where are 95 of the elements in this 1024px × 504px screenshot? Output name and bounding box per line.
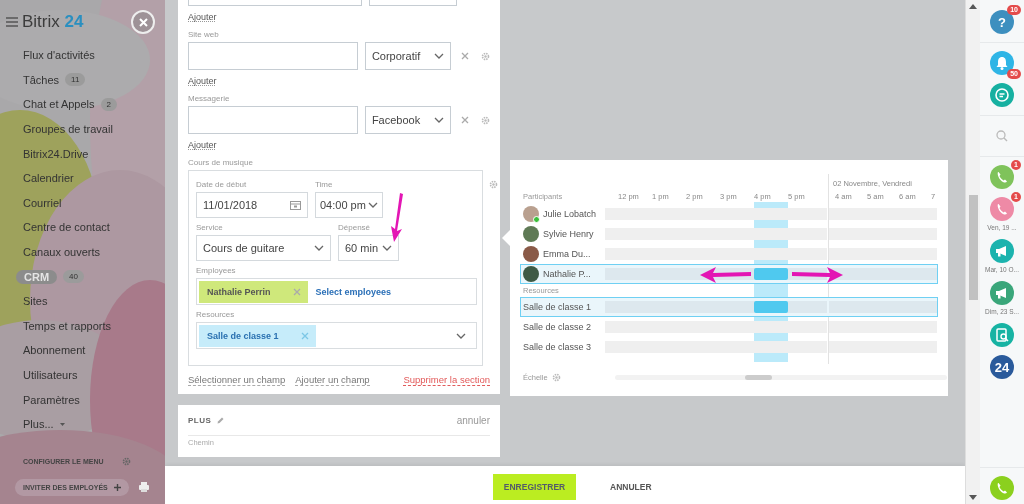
phone-button[interactable] [990,476,1014,500]
phone-button[interactable] [990,165,1014,189]
save-button[interactable]: ENREGISTRER [493,474,576,500]
document-search-button[interactable] [990,323,1014,347]
megaphone-button[interactable] [990,239,1014,263]
remove-icon[interactable] [461,52,469,60]
scrollbar[interactable] [965,0,980,504]
field-label: Resources [196,310,236,319]
close-button[interactable] [131,10,155,34]
field-link[interactable]: Ajouter un champ [295,374,370,386]
pencil-icon[interactable] [217,416,225,424]
field-link[interactable]: Sélectionner un champ [188,374,286,386]
menu-item[interactable]: Flux d'activités [23,49,95,62]
menu-item[interactable]: Tâches [23,73,60,86]
menu-item[interactable]: Canaux ouverts [23,246,101,259]
type-dropdown[interactable]: Corporatif [364,42,451,70]
avatar [523,246,539,262]
select-employees-link[interactable]: Select employees [315,286,392,297]
add-link[interactable]: Ajouter [188,76,217,86]
participant-name[interactable]: Sylvie Henry [543,229,594,239]
phone-button[interactable] [990,197,1014,221]
section-title: PLUS [188,415,212,425]
gear-icon[interactable] [551,372,561,382]
plus-icon [113,483,121,491]
remove-icon[interactable] [292,287,301,296]
menu-item[interactable]: Plus... [23,418,54,431]
field-label: Time [315,180,334,189]
logo: Bitrix 24 [22,12,84,32]
cancel-link[interactable]: annuler [456,414,490,426]
add-link[interactable]: Ajouter [188,12,217,22]
text-field[interactable] [188,106,358,134]
employee-tag[interactable]: Nathalie Perrin [199,280,308,303]
menu-item[interactable]: Paramètres [23,393,80,406]
chevron-down-icon [456,332,466,339]
chat-button[interactable] [990,83,1014,107]
menu-item[interactable]: Courriel [23,196,62,209]
menu-item[interactable]: Chat et Appels [23,98,95,111]
gear-icon[interactable] [481,115,490,125]
scroll-thumb[interactable] [745,374,772,380]
chevron-down-icon [368,202,378,208]
menu-item[interactable]: Temps et rapports [23,319,112,332]
caret-icon [59,422,65,426]
section-label: Cours de musique [188,158,254,167]
participant-name[interactable]: Nathalie P... [543,269,591,279]
gear-icon[interactable] [489,180,498,189]
menu-icon[interactable] [6,17,18,27]
avatar [523,226,539,242]
menu-item[interactable]: Groupes de travail [23,123,113,136]
participant-name[interactable]: Emma Du... [543,249,591,259]
resource-name[interactable]: Salle de classe 2 [523,322,592,332]
menu-item[interactable]: Abonnement [23,344,86,357]
scroll-thumb[interactable] [969,195,978,300]
field-label: Date de début [196,180,248,189]
arrow [700,266,752,284]
field-label: Site web [188,30,220,39]
menu-item[interactable]: Utilisateurs [23,369,78,381]
close-icon [138,17,148,27]
add-link[interactable]: Ajouter [188,140,217,150]
delete-section-link[interactable]: Supprimer la section [403,374,490,386]
resource-name[interactable]: Salle de classe 3 [523,342,592,352]
type-dropdown[interactable]: Facebook [364,106,451,134]
arrow [791,266,843,284]
date-field[interactable]: 11/01/2018 [196,192,308,218]
field-label: Messagerie [188,94,231,103]
chevron-down-icon [434,53,444,59]
avatar [523,266,539,282]
chevron-down-icon [382,245,392,251]
field-label: Service [196,223,224,232]
field-label: Dépensé [338,223,372,232]
chevron-down-icon [314,245,324,251]
resource-tag[interactable]: Salle de classe 1 [199,324,316,347]
logo-button[interactable]: 24 [990,355,1014,379]
menu-item[interactable]: Calendrier [23,172,74,185]
cancel-button[interactable]: ANNULER [610,482,652,492]
dropdown-field[interactable]: 04:00 pm [315,192,383,218]
arrow [388,193,406,243]
remove-icon[interactable] [461,116,469,124]
scrollbar[interactable] [615,374,947,380]
field-label: Employees [196,266,237,275]
participant-name[interactable]: Julie Lobatch [543,209,597,219]
chevron-down-icon [434,117,444,123]
resource-name[interactable]: Salle de classe 1 [523,302,592,312]
gear-icon[interactable] [121,456,131,466]
resources-field[interactable]: Salle de classe 1 [196,322,477,349]
calendar-icon [290,200,301,210]
printer-icon[interactable] [139,482,149,492]
dropdown-field[interactable]: Cours de guitare [196,235,331,261]
dropdown-field[interactable]: 60 min [338,235,399,261]
megaphone-button[interactable] [990,281,1014,305]
text-field[interactable] [188,42,358,70]
remove-icon[interactable] [300,331,309,340]
scroll-down-icon[interactable] [969,495,977,500]
gear-icon[interactable] [481,51,490,61]
employees-field[interactable]: Nathalie Perrin Select employees [196,278,477,305]
scroll-up-icon[interactable] [969,4,977,9]
